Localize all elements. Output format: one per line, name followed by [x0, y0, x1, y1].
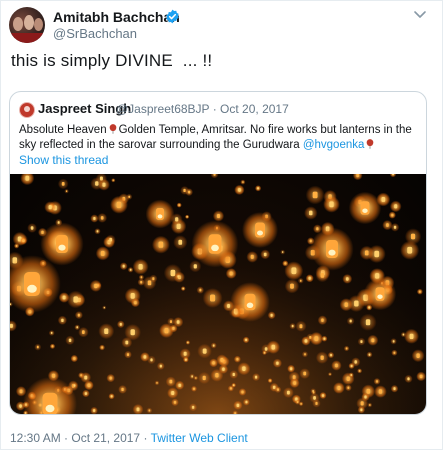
quoted-text-part1: Absolute Heaven: [19, 124, 107, 136]
quoted-tweet[interactable]: Jaspreet Singh @Jaspreet68BJP · Oct 20, …: [9, 91, 427, 415]
tweet-date[interactable]: Oct 21, 2017: [71, 431, 140, 445]
quoted-date[interactable]: Oct 20, 2017: [220, 102, 289, 116]
chevron-down-icon[interactable]: [412, 9, 428, 21]
tweet-card: Amitabh Bachchan @SrBachchan this is sim…: [0, 0, 443, 450]
show-thread-link[interactable]: Show this thread: [19, 153, 108, 167]
client-link[interactable]: Twitter Web Client: [151, 431, 248, 445]
footer-separator-1: ·: [64, 431, 69, 445]
author-avatar[interactable]: [9, 7, 45, 43]
author-handle[interactable]: @SrBachchan: [53, 26, 137, 41]
quoted-author-handle[interactable]: @Jaspreet68BJP: [116, 102, 209, 116]
quoted-author-avatar[interactable]: [19, 102, 35, 118]
author-name[interactable]: Amitabh Bachchan: [53, 9, 180, 25]
verified-badge-icon: [166, 9, 179, 24]
tweet-timestamp: 12:30 AM · Oct 21, 2017 · Twitter Web Cl…: [10, 431, 248, 445]
red-balloon-icon: [367, 139, 374, 149]
footer-separator-2: ·: [143, 431, 148, 445]
meta-separator: ·: [212, 102, 217, 116]
quoted-tweet-text: Absolute Heaven Golden Temple, Amritsar. …: [19, 123, 417, 153]
lanterns-photo[interactable]: [10, 174, 426, 414]
lanterns-image: [10, 174, 426, 414]
mention-link[interactable]: @hvgoenka: [303, 139, 365, 151]
quoted-meta: @Jaspreet68BJP · Oct 20, 2017: [116, 102, 289, 116]
tweet-text: this is simply DIVINE ... !!: [11, 51, 213, 70]
tweet-time[interactable]: 12:30 AM: [10, 431, 61, 445]
red-balloon-icon: [109, 124, 116, 134]
